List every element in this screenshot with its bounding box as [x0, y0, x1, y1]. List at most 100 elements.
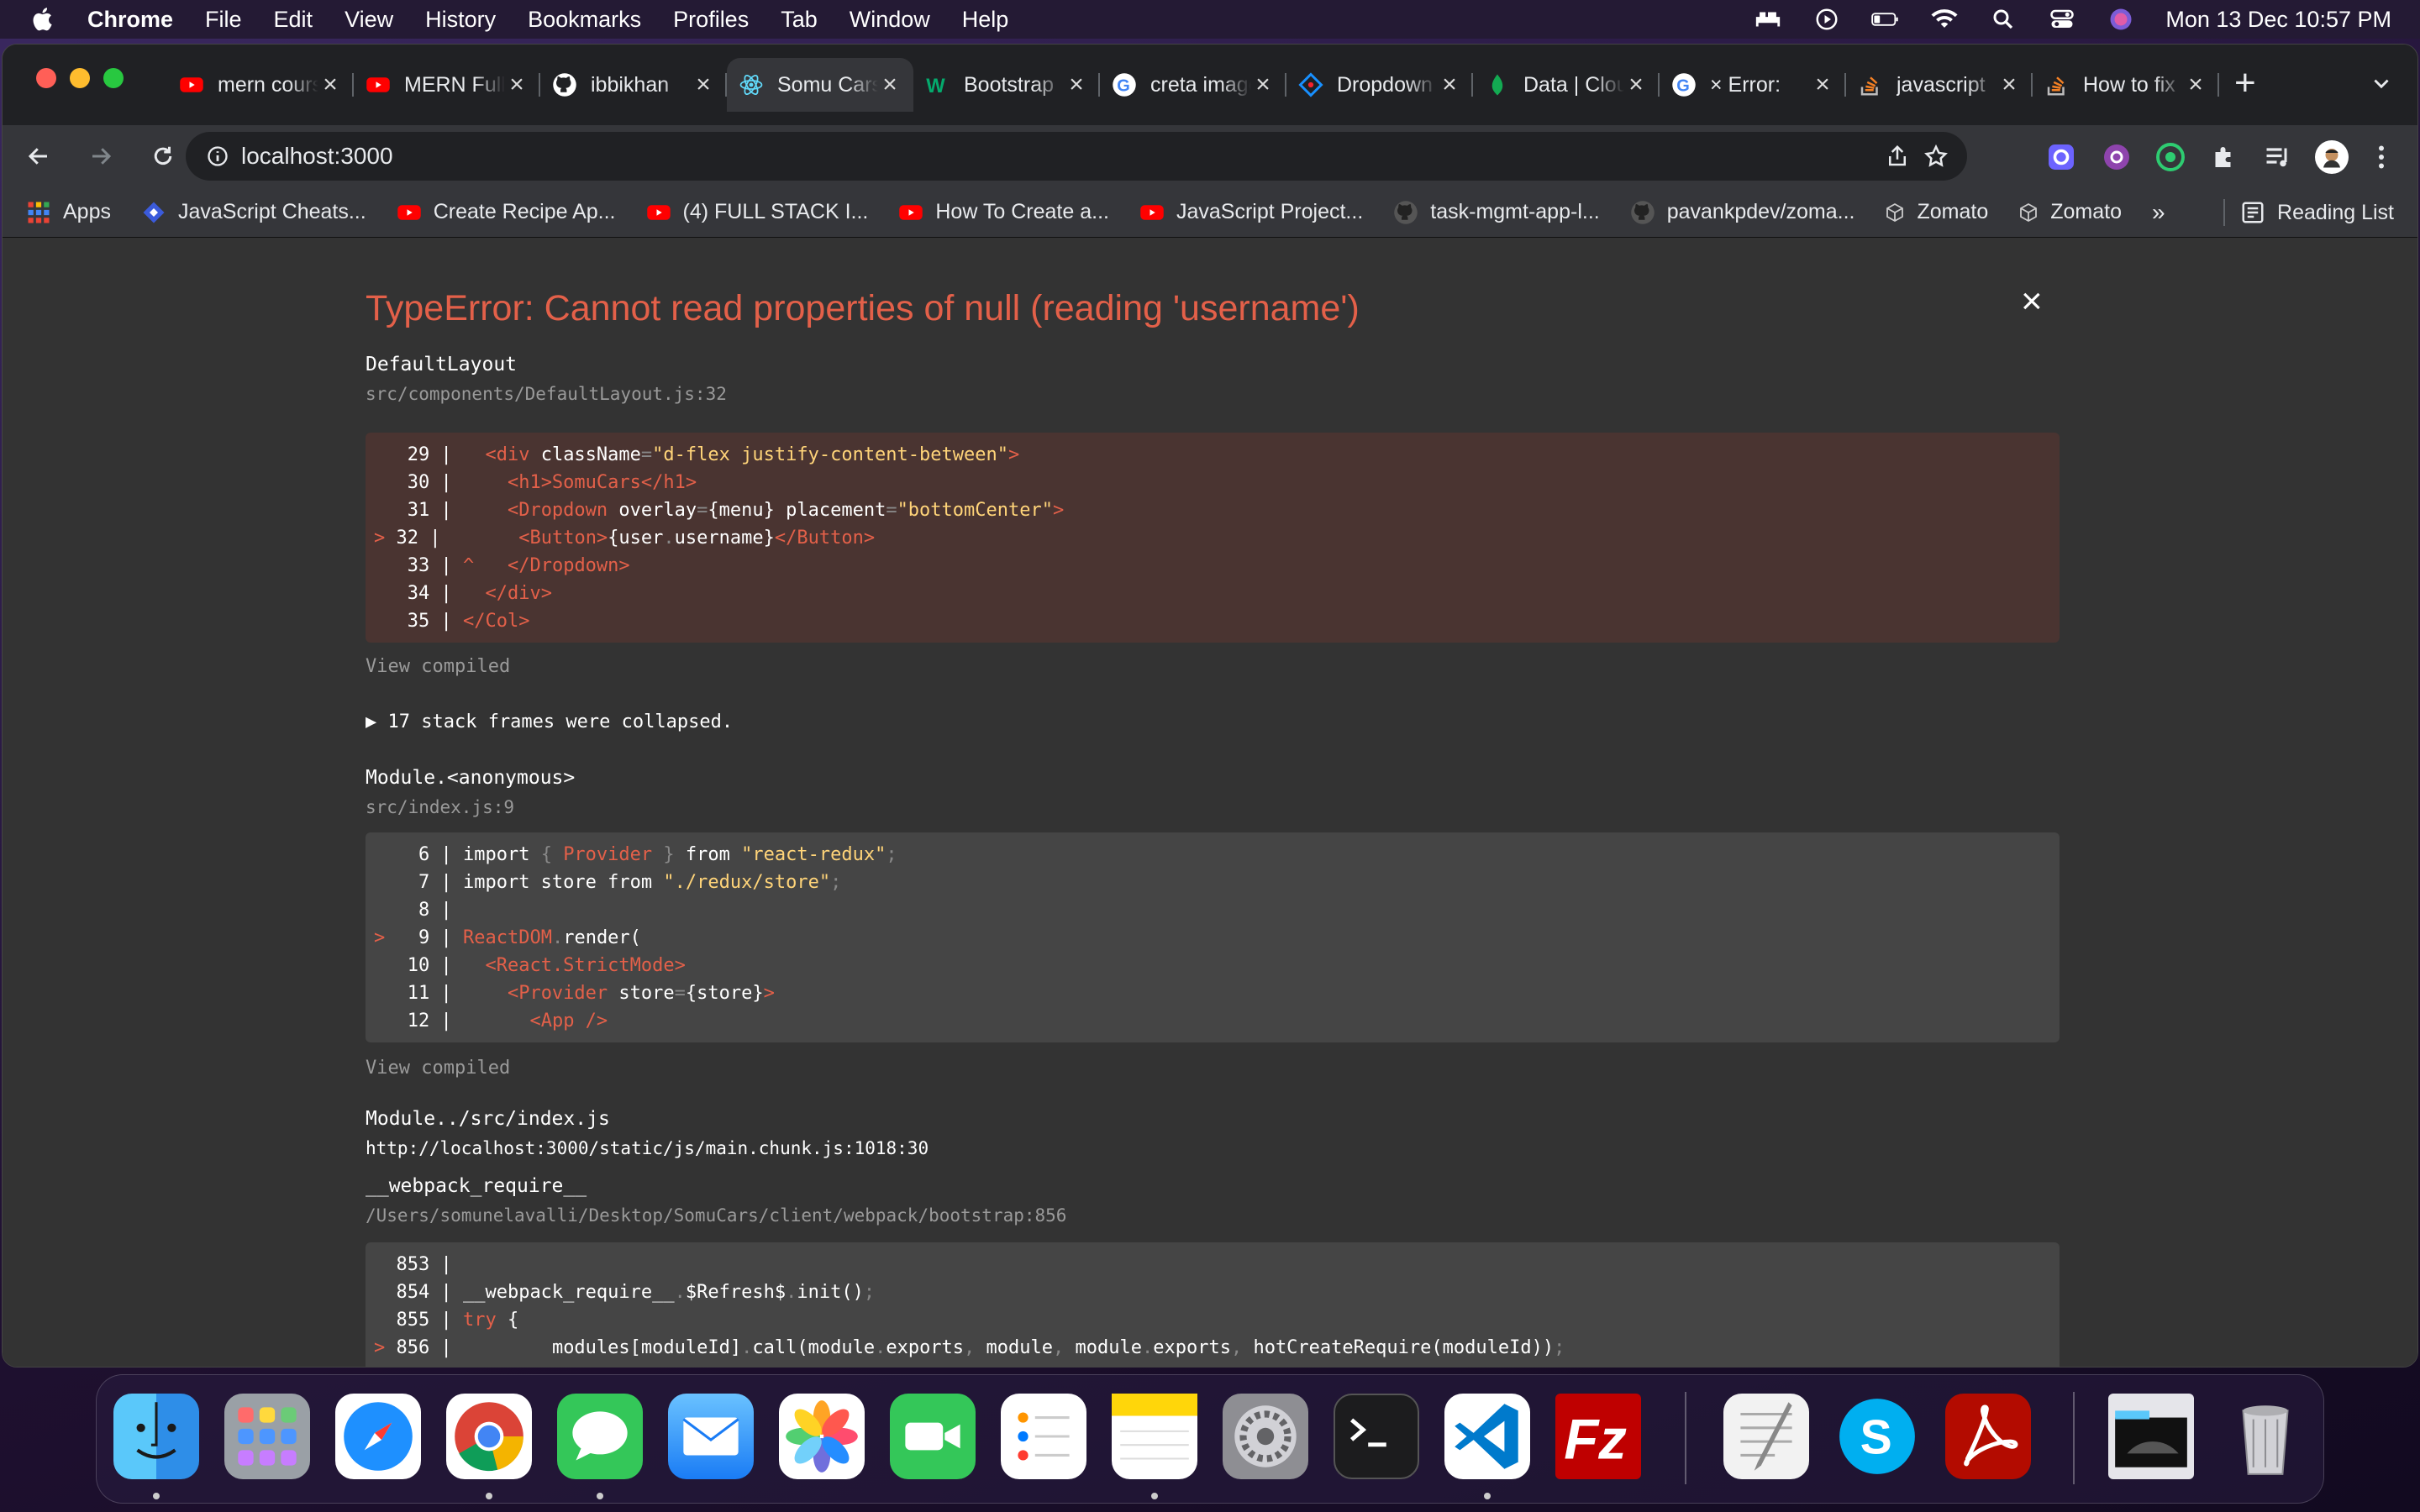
tab-bootstrap[interactable]: W Bootstrap × — [913, 58, 1100, 112]
close-tab-icon[interactable]: × — [1624, 71, 1648, 98]
menu-app-chrome[interactable]: Chrome — [87, 7, 173, 33]
tab-creta-images[interactable]: G creta images × — [1100, 58, 1286, 112]
extensions-puzzle-icon[interactable] — [2209, 142, 2239, 172]
tab-ibbikhan[interactable]: ibbikhan × — [540, 58, 727, 112]
tab-dropdown[interactable]: Dropdown × — [1286, 58, 1473, 112]
media-control-icon[interactable] — [2263, 142, 2293, 172]
chrome-menu-kebab-icon[interactable] — [2370, 142, 2392, 172]
close-tab-icon[interactable]: × — [2184, 71, 2207, 98]
vscode-icon[interactable] — [1444, 1394, 1530, 1479]
share-icon[interactable] — [1885, 144, 1910, 169]
tab-mern-full[interactable]: MERN Full × — [354, 58, 540, 112]
close-tab-icon[interactable]: × — [1997, 71, 2021, 98]
address-bar[interactable]: localhost:3000 — [186, 132, 1967, 181]
spotlight-search-icon[interactable] — [1989, 7, 2018, 32]
bookmark-star-icon[interactable] — [1923, 144, 1949, 169]
bookmark-javascript-project[interactable]: JavaScript Project... — [1139, 200, 1363, 225]
menu-edit[interactable]: Edit — [274, 7, 313, 33]
close-overlay-icon[interactable]: × — [2021, 283, 2043, 320]
bookmark-zomato-2[interactable]: Zomato — [2018, 200, 2122, 224]
close-window-button[interactable] — [36, 68, 56, 88]
terminal-icon[interactable] — [1334, 1394, 1419, 1479]
menu-help[interactable]: Help — [962, 7, 1009, 33]
reminders-icon[interactable] — [1001, 1394, 1086, 1479]
launchpad-icon[interactable] — [224, 1394, 310, 1479]
back-icon[interactable] — [26, 144, 51, 169]
tab-data-cloud[interactable]: Data | Cloud × — [1473, 58, 1660, 112]
frame-location[interactable]: http://localhost:3000/static/js/main.chu… — [366, 1138, 2060, 1158]
new-tab-button[interactable]: + — [2234, 65, 2256, 102]
messages-icon[interactable] — [557, 1394, 643, 1479]
extension-green-icon[interactable] — [2155, 142, 2186, 172]
reload-icon[interactable] — [150, 144, 176, 169]
close-tab-icon[interactable]: × — [1065, 71, 1088, 98]
close-tab-icon[interactable]: × — [878, 71, 902, 98]
control-center-icon[interactable] — [2048, 7, 2076, 32]
acrobat-icon[interactable] — [1945, 1394, 2031, 1479]
filezilla-icon[interactable]: Fz — [1555, 1394, 1641, 1479]
photos-icon[interactable] — [779, 1394, 865, 1479]
battery-icon[interactable] — [1871, 7, 1900, 32]
system-preferences-icon[interactable] — [1223, 1394, 1308, 1479]
tab-javascript[interactable]: javascript × — [1846, 58, 2033, 112]
chrome-icon[interactable] — [446, 1394, 532, 1479]
reading-list-button[interactable]: Reading List — [2223, 187, 2394, 238]
zoom-window-button[interactable] — [103, 68, 124, 88]
menu-history[interactable]: History — [425, 7, 496, 33]
bookmark-how-to-create[interactable]: How To Create a... — [898, 200, 1109, 225]
profile-avatar[interactable] — [2315, 140, 2349, 174]
notes-icon[interactable] — [1112, 1394, 1197, 1479]
menu-tab[interactable]: Tab — [781, 7, 818, 33]
menu-window[interactable]: Window — [850, 7, 930, 33]
bookmark-zomato-1[interactable]: Zomato — [1885, 200, 1988, 224]
close-tab-icon[interactable]: × — [1438, 71, 1461, 98]
safari-icon[interactable] — [335, 1394, 421, 1479]
extension-purple-icon[interactable] — [2102, 142, 2132, 172]
minimize-window-button[interactable] — [70, 68, 90, 88]
bookmark-apps[interactable]: Apps — [26, 200, 111, 225]
view-compiled-link[interactable]: View compiled — [366, 656, 2060, 677]
url-text[interactable]: localhost:3000 — [241, 143, 393, 170]
frame-location[interactable]: src/components/DefaultLayout.js:32 — [366, 384, 2060, 404]
close-tab-icon[interactable]: × — [692, 71, 715, 98]
close-tab-icon[interactable]: × — [1251, 71, 1275, 98]
play-circle-icon[interactable] — [1812, 7, 1841, 32]
skype-icon[interactable]: S — [1834, 1394, 1920, 1479]
menubar-clock[interactable]: Mon 13 Dec 10:57 PM — [2165, 7, 2391, 33]
trash-icon[interactable] — [2223, 1394, 2308, 1479]
extension-color-icon[interactable] — [2046, 142, 2076, 172]
tab-search-chevron-icon[interactable] — [2370, 73, 2392, 95]
finder-icon[interactable] — [113, 1394, 199, 1479]
tab-how-to-fix[interactable]: How to fix × — [2033, 58, 2219, 112]
tab-mern-course[interactable]: mern course × — [167, 58, 354, 112]
bookmark-create-recipe[interactable]: Create Recipe Ap... — [397, 200, 616, 225]
collapsed-frames-toggle[interactable]: ▶ 17 stack frames were collapsed. — [366, 711, 2060, 732]
wifi-icon[interactable] — [1930, 7, 1959, 32]
textedit-icon[interactable] — [1723, 1394, 1809, 1479]
apple-icon[interactable] — [30, 6, 57, 33]
bookmark-javascript-cheatsheet[interactable]: JavaScript Cheats... — [141, 200, 366, 225]
bookmarks-overflow-chevron[interactable]: » — [2152, 199, 2165, 226]
downloads-stack-icon[interactable] — [2108, 1394, 2194, 1479]
siri-icon[interactable] — [2107, 7, 2135, 32]
forward-icon[interactable] — [88, 144, 113, 169]
menu-bookmarks[interactable]: Bookmarks — [528, 7, 641, 33]
menu-view[interactable]: View — [345, 7, 393, 33]
frame-location[interactable]: src/index.js:9 — [366, 797, 2060, 817]
mail-icon[interactable] — [668, 1394, 754, 1479]
close-tab-icon[interactable]: × — [505, 71, 529, 98]
bookmark-full-stack[interactable]: (4) FULL STACK I... — [646, 200, 868, 225]
frame-location[interactable]: /Users/somunelavalli/Desktop/SomuCars/cl… — [366, 1205, 2060, 1226]
bed-icon[interactable] — [1754, 7, 1782, 32]
close-tab-icon[interactable]: × — [318, 71, 342, 98]
bookmark-pavankpdev-zomato[interactable]: pavankpdev/zoma... — [1630, 200, 1854, 225]
tab-error-search[interactable]: G × Error: × — [1660, 58, 1846, 112]
menu-file[interactable]: File — [205, 7, 242, 33]
tab-somu-cars[interactable]: Somu Cars × — [727, 58, 913, 112]
bookmark-task-mgmt[interactable]: task-mgmt-app-l... — [1393, 200, 1600, 225]
facetime-icon[interactable] — [890, 1394, 976, 1479]
menu-profiles[interactable]: Profiles — [673, 7, 749, 33]
close-tab-icon[interactable]: × — [1811, 71, 1834, 98]
view-compiled-link[interactable]: View compiled — [366, 1058, 2060, 1079]
site-info-icon[interactable] — [206, 144, 229, 168]
